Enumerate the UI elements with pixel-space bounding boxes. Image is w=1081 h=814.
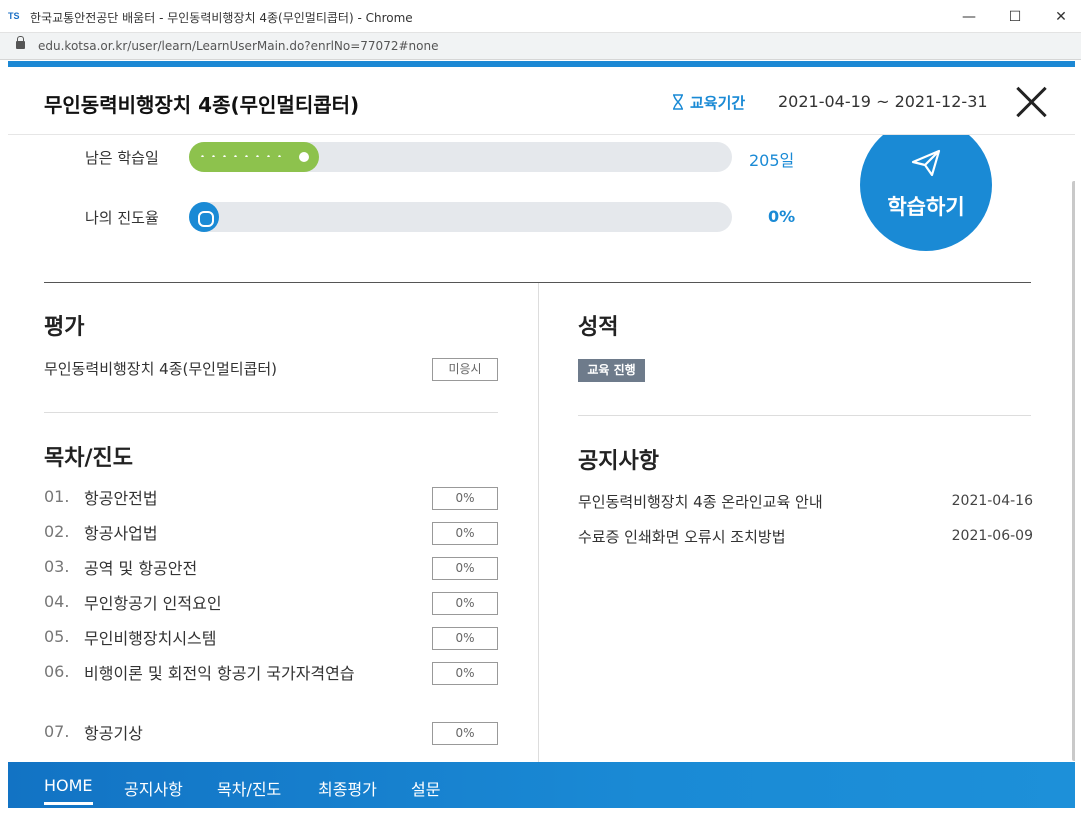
- evaluation-title: 평가: [44, 315, 85, 340]
- notice-date: 2021-06-09: [951, 528, 1033, 544]
- toc-item-label[interactable]: 비행이론 및 회전익 항공기 국가자격연습: [84, 662, 364, 686]
- nav-home[interactable]: HOME: [44, 776, 93, 805]
- page-content: 남은 학습일 205일 나의 진도율 0% 학습하기 무인동력비행장치 4종(무…: [8, 61, 1075, 808]
- remaining-days-value: 205일: [749, 151, 795, 170]
- close-icon[interactable]: [1013, 84, 1049, 120]
- toc-item[interactable]: 04. 무인항공기 인적요인 0%: [44, 592, 504, 622]
- toc-item-label[interactable]: 항공사업법: [84, 522, 364, 546]
- toc-item-label[interactable]: 공역 및 항공안전: [84, 557, 364, 581]
- toc-title: 목차/진도: [44, 446, 133, 471]
- toc-item-progress: 0%: [432, 627, 498, 650]
- maximize-button[interactable]: ☐: [992, 4, 1038, 30]
- remaining-days-bar: [189, 142, 732, 172]
- minimize-button[interactable]: —: [946, 4, 992, 30]
- toc-item[interactable]: 01. 항공안전법 0%: [44, 487, 504, 517]
- toc-item-progress: 0%: [432, 592, 498, 615]
- toc-item[interactable]: 07. 항공기상 0%: [44, 722, 504, 752]
- notice-item[interactable]: 수료증 인쇄화면 오류시 조치방법 2021-06-09: [578, 526, 1033, 552]
- hourglass-icon: [673, 94, 683, 110]
- scrollbar[interactable]: [1072, 181, 1075, 761]
- toc-item-label[interactable]: 항공안전법: [84, 487, 364, 511]
- start-learning-button[interactable]: 학습하기: [860, 119, 992, 251]
- toc-item-progress: 0%: [432, 662, 498, 685]
- window-close-button[interactable]: ✕: [1038, 4, 1081, 30]
- window-titlebar: TS 한국교통안전공단 배움터 - 무인동력비행장치 4종(무인멀티콥터) - …: [0, 0, 1081, 33]
- start-learning-label: 학습하기: [887, 195, 965, 219]
- page-header: 무인동력비행장치 4종(무인멀티콥터) 교육기간 2021-04-19 ~ 20…: [8, 67, 1075, 135]
- grade-title: 성적: [578, 315, 619, 340]
- toc-item[interactable]: 02. 항공사업법 0%: [44, 522, 504, 552]
- toc-item[interactable]: 06. 비행이론 및 회전익 항공기 국가자격연습 0%: [44, 662, 504, 712]
- nav-survey[interactable]: 설문: [411, 776, 440, 800]
- toc-item-number: 02.: [44, 522, 70, 541]
- notice-item[interactable]: 무인동력비행장치 4종 온라인교육 안내 2021-04-16: [578, 491, 1033, 517]
- toc-item-progress: 0%: [432, 487, 498, 510]
- toc-item-number: 03.: [44, 557, 70, 576]
- nav-notices[interactable]: 공지사항: [124, 776, 183, 800]
- progress-dots: [197, 155, 287, 157]
- toc-item-progress: 0%: [432, 522, 498, 545]
- grade-status-badge: 교육 진행: [578, 359, 645, 382]
- notice-title[interactable]: 수료증 인쇄화면 오류시 조치방법: [578, 526, 786, 547]
- url-text[interactable]: edu.kotsa.or.kr/user/learn/LearnUserMain…: [38, 39, 438, 53]
- toc-item-label[interactable]: 무인비행장치시스템: [84, 627, 364, 651]
- toc-item-number: 04.: [44, 592, 70, 611]
- remaining-days-label: 남은 학습일: [85, 149, 159, 167]
- toc-item-label[interactable]: 무인항공기 인적요인: [84, 592, 364, 616]
- toc-item-label[interactable]: 항공기상: [84, 722, 364, 746]
- period-dates: 2021-04-19 ~ 2021-12-31: [778, 92, 988, 111]
- notice-title[interactable]: 무인동력비행장치 4종 온라인교육 안내: [578, 491, 823, 512]
- bottom-nav: HOME 공지사항 목차/진도 최종평가 설문: [8, 762, 1075, 808]
- toc-item[interactable]: 05. 무인비행장치시스템 0%: [44, 627, 504, 657]
- column-divider: [538, 283, 539, 763]
- lock-icon: [16, 36, 25, 49]
- toc-item[interactable]: 03. 공역 및 항공안전 0%: [44, 557, 504, 587]
- nav-final-exam[interactable]: 최종평가: [318, 776, 377, 800]
- period-label: 교육기간: [690, 94, 746, 112]
- remaining-days-fill: [189, 142, 319, 172]
- nav-toc[interactable]: 목차/진도: [217, 776, 281, 800]
- evaluation-status-badge[interactable]: 미응시: [432, 358, 498, 381]
- toc-item-progress: 0%: [432, 722, 498, 745]
- grade-divider: [578, 415, 1031, 416]
- notice-date: 2021-04-16: [951, 493, 1033, 509]
- toc-item-number: 07.: [44, 722, 70, 741]
- my-progress-knob: [189, 202, 219, 232]
- toc-item-number: 06.: [44, 662, 70, 681]
- site-favicon: TS: [8, 11, 20, 21]
- toc-item-progress: 0%: [432, 557, 498, 580]
- notices-title: 공지사항: [578, 449, 659, 474]
- my-progress-value: 0%: [768, 207, 796, 226]
- progress-knob: [295, 148, 313, 166]
- window-title: 한국교통안전공단 배움터 - 무인동력비행장치 4종(무인멀티콥터) - Chr…: [30, 11, 413, 25]
- toc-item-number: 05.: [44, 627, 70, 646]
- toc-item-number: 01.: [44, 487, 70, 506]
- my-progress-label: 나의 진도율: [85, 209, 159, 227]
- evaluation-divider: [44, 412, 498, 413]
- evaluation-item-name: 무인동력비행장치 4종(무인멀티콥터): [44, 360, 278, 378]
- page-title: 무인동력비행장치 4종(무인멀티콥터): [44, 93, 360, 117]
- paper-plane-icon: [911, 149, 941, 177]
- my-progress-bar: [189, 202, 732, 232]
- address-bar[interactable]: edu.kotsa.or.kr/user/learn/LearnUserMain…: [0, 33, 1081, 60]
